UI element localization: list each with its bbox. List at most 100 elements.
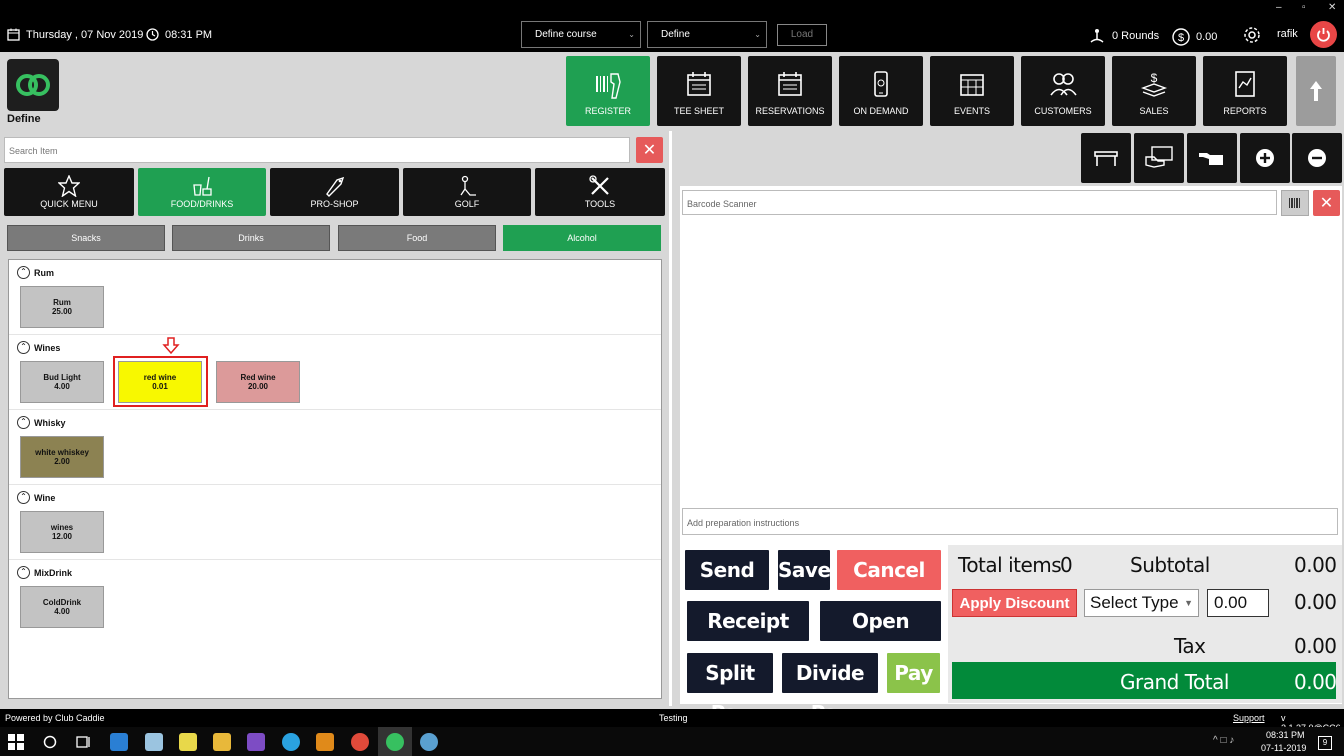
remove-item-button[interactable] <box>1292 133 1342 183</box>
group-header[interactable]: ⌃ Wines <box>17 341 60 354</box>
calendar-icon <box>687 72 711 96</box>
tab-pro-shop[interactable]: PRO-SHOP <box>270 168 399 216</box>
support-link[interactable]: Support <box>1233 713 1265 723</box>
username[interactable]: rafik <box>1277 28 1298 40</box>
apply-discount-button[interactable]: Apply Discount <box>952 589 1077 617</box>
maximize-button[interactable]: ▫ <box>1302 2 1306 13</box>
hand-card-button[interactable] <box>1134 133 1184 183</box>
collapse-header-button[interactable] <box>1296 56 1336 126</box>
time-display: 08:31 PM <box>146 28 212 41</box>
group-header[interactable]: ⌃ Wine <box>17 491 55 504</box>
table-button[interactable] <box>1081 133 1131 183</box>
item-tile[interactable]: Red wine 20.00 <box>216 361 300 403</box>
item-tile[interactable]: ColdDrink 4.00 <box>20 586 104 628</box>
subtab-snacks[interactable]: Snacks <box>7 225 165 251</box>
divide-pay-button[interactable]: Divide Pay <box>782 653 878 725</box>
file-explorer-icon[interactable] <box>213 733 231 751</box>
minimize-button[interactable]: – <box>1276 2 1282 13</box>
barcode-icon <box>1289 198 1300 208</box>
hand-cash-icon <box>1199 153 1223 165</box>
app-icon[interactable] <box>179 733 197 751</box>
app-logo <box>7 59 59 111</box>
total-items-label: Total items <box>958 553 1062 577</box>
item-price: 4.00 <box>54 382 70 391</box>
dollar-icon: $ <box>1172 28 1190 46</box>
clock-icon <box>146 28 159 41</box>
sublime-icon[interactable] <box>316 733 334 751</box>
item-tile[interactable]: wines 12.00 <box>20 511 104 553</box>
load-button[interactable]: Load <box>777 24 827 46</box>
subtotal-label: Subtotal <box>1130 553 1210 577</box>
search-input[interactable]: Search Item <box>4 137 630 163</box>
visual-studio-icon[interactable] <box>247 733 265 751</box>
gear-icon[interactable] <box>1243 26 1261 44</box>
item-tile[interactable]: Rum 25.00 <box>20 286 104 328</box>
split-pay-button[interactable]: Split Pay <box>687 653 773 725</box>
cancel-button[interactable]: Cancel <box>837 550 941 590</box>
balance-display[interactable]: $ 0.00 <box>1172 28 1217 46</box>
group-header[interactable]: ⌃ Whisky <box>17 416 66 429</box>
item-tile[interactable]: white whiskey 2.00 <box>20 436 104 478</box>
nav-reports[interactable]: REPORTS <box>1203 56 1287 126</box>
course-select[interactable]: Define course ⌄ <box>521 21 641 48</box>
clear-barcode-button[interactable]: ✕ <box>1313 190 1340 216</box>
item-name: Red wine <box>240 373 276 382</box>
define-select[interactable]: Define ⌄ <box>647 21 767 48</box>
barcode-input[interactable]: Barcode Scanner <box>682 190 1277 215</box>
nav-tee-sheet[interactable]: TEE SHEET <box>657 56 741 126</box>
mobile-icon <box>874 71 888 97</box>
clear-search-button[interactable]: ✕ <box>636 137 663 163</box>
club-caddie-icon[interactable] <box>386 733 404 751</box>
rounds-display[interactable]: 0 Rounds <box>1088 28 1159 44</box>
send-button[interactable]: Send <box>685 550 769 590</box>
tray-icons[interactable]: ^ □ ♪ <box>1213 735 1234 746</box>
receipt-button[interactable]: Receipt <box>687 601 809 641</box>
close-window-button[interactable]: ✕ <box>1328 2 1336 13</box>
nav-events[interactable]: EVENTS <box>930 56 1014 126</box>
barcode-button[interactable] <box>1281 190 1309 216</box>
windows-start-icon[interactable] <box>8 734 24 750</box>
nav-sales[interactable]: $ SALES <box>1112 56 1196 126</box>
group-header[interactable]: ⌃ MixDrink <box>17 566 72 579</box>
subtab-alcohol[interactable]: Alcohol <box>503 225 661 251</box>
users-icon <box>1050 73 1077 96</box>
subtab-drinks[interactable]: Drinks <box>172 225 330 251</box>
notifications-badge[interactable]: 9 <box>1318 736 1332 750</box>
app-icon[interactable] <box>282 733 300 751</box>
nav-on-demand[interactable]: ON DEMAND <box>839 56 923 126</box>
group-header[interactable]: ⌃ Rum <box>17 266 54 279</box>
save-button[interactable]: Save <box>778 550 831 590</box>
item-tile[interactable]: Bud Light 4.00 <box>20 361 104 403</box>
annotation-highlight-box <box>113 356 208 407</box>
add-item-button[interactable] <box>1240 133 1290 183</box>
chevron-down-icon: ⌄ <box>628 30 635 39</box>
subtab-food[interactable]: Food <box>338 225 496 251</box>
vscode-icon[interactable] <box>110 733 128 751</box>
app-icon[interactable] <box>420 733 438 751</box>
arrow-up-icon <box>1310 81 1322 101</box>
nav-sales-label: SALES <box>1139 106 1169 116</box>
tab-food-drinks[interactable]: FOOD/DRINKS <box>138 168 266 216</box>
open-button[interactable]: Open <box>820 601 941 641</box>
prep-instructions-input[interactable]: Add preparation instructions <box>682 508 1338 535</box>
nav-register[interactable]: REGISTER <box>566 56 650 126</box>
nav-reservations[interactable]: RESERVATIONS <box>748 56 832 126</box>
task-view-icon[interactable] <box>76 735 92 749</box>
search-circle-icon[interactable] <box>43 735 57 749</box>
hand-cash-button[interactable] <box>1187 133 1237 183</box>
discount-type-select[interactable]: Select Type ▼ <box>1084 589 1199 617</box>
app-icon[interactable] <box>145 733 163 751</box>
nav-customers[interactable]: CUSTOMERS <box>1021 56 1105 126</box>
item-name: ColdDrink <box>42 598 82 607</box>
discount-amount-input[interactable]: 0.00 <box>1207 589 1269 617</box>
pay-button[interactable]: Pay <box>887 653 940 693</box>
tab-tools[interactable]: TOOLS <box>535 168 665 216</box>
power-button[interactable] <box>1310 21 1337 48</box>
chrome-icon[interactable] <box>351 733 369 751</box>
calendar-icon <box>7 28 20 41</box>
tab-quick-menu[interactable]: QUICK MENU <box>4 168 134 216</box>
events-calendar-icon <box>960 74 984 96</box>
minus-circle-icon <box>1308 149 1326 167</box>
tab-golf[interactable]: GOLF <box>403 168 531 216</box>
item-price: 20.00 <box>247 382 269 391</box>
